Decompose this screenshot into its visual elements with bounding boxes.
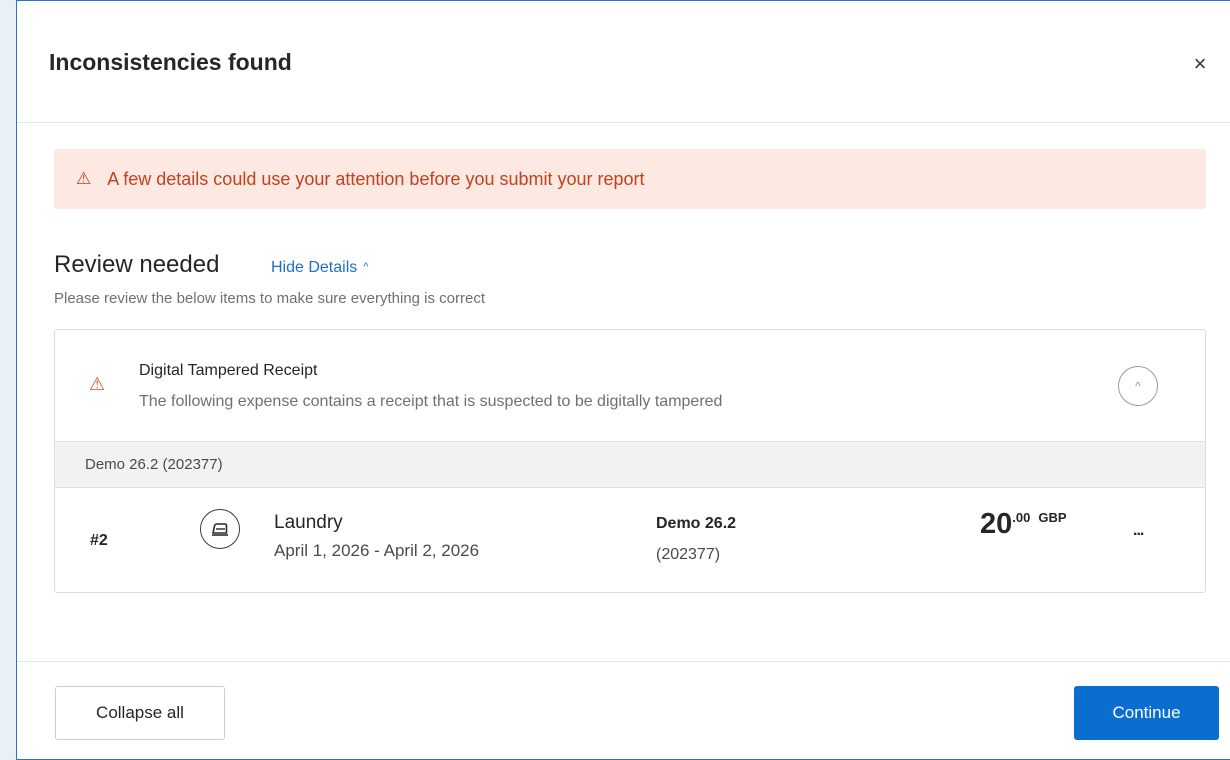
- hide-details-link[interactable]: Hide Details ^: [271, 259, 368, 277]
- issue-title: Digital Tampered Receipt: [139, 362, 318, 379]
- dialog-footer: Collapse all Continue: [17, 661, 1230, 760]
- collapse-issue-button[interactable]: ^: [1118, 366, 1158, 406]
- continue-button[interactable]: Continue: [1074, 686, 1219, 740]
- expense-amount: 20.00 GBP: [980, 508, 1067, 541]
- inconsistencies-dialog: Inconsistencies found × ⚠ A few details …: [16, 0, 1230, 760]
- report-group-header: Demo 26.2 (202377): [55, 442, 1205, 488]
- warning-icon: ⚠: [76, 169, 92, 188]
- hide-details-label: Hide Details: [271, 259, 358, 276]
- issue-description: The following expense contains a receipt…: [139, 393, 723, 410]
- amount-decimal: .00: [1012, 510, 1031, 525]
- amount-currency: GBP: [1038, 510, 1067, 525]
- amount-integer: 20: [980, 508, 1013, 540]
- dialog-title: Inconsistencies found: [49, 49, 292, 75]
- review-subtitle: Please review the below items to make su…: [54, 290, 486, 307]
- dialog-header: Inconsistencies found ×: [17, 1, 1230, 123]
- expense-report-id: (202377): [656, 546, 721, 563]
- chevron-up-icon: ^: [1135, 379, 1141, 393]
- issue-header: ⚠ Digital Tampered Receipt The following…: [55, 330, 1205, 442]
- expense-report-name: Demo 26.2: [656, 515, 737, 532]
- warning-banner: ⚠ A few details could use your attention…: [54, 149, 1206, 209]
- warning-banner-text: A few details could use your attention b…: [107, 168, 645, 189]
- more-options-icon[interactable]: ...: [1133, 522, 1144, 540]
- issue-warning-icon: ⚠: [89, 374, 106, 394]
- expense-dates: April 1, 2026 - April 2, 2026: [274, 541, 480, 560]
- collapse-all-button[interactable]: Collapse all: [55, 686, 225, 740]
- chevron-up-icon: ^: [363, 261, 369, 273]
- expense-row[interactable]: #2 Laundry April 1, 2026 - April 2, 2026…: [55, 488, 1205, 592]
- expense-name: Laundry: [274, 512, 343, 533]
- close-icon[interactable]: ×: [1185, 49, 1215, 79]
- issue-card: ⚠ Digital Tampered Receipt The following…: [54, 329, 1206, 593]
- review-needed-title: Review needed: [54, 251, 220, 278]
- iron-icon: [200, 509, 240, 549]
- expense-number: #2: [90, 532, 108, 549]
